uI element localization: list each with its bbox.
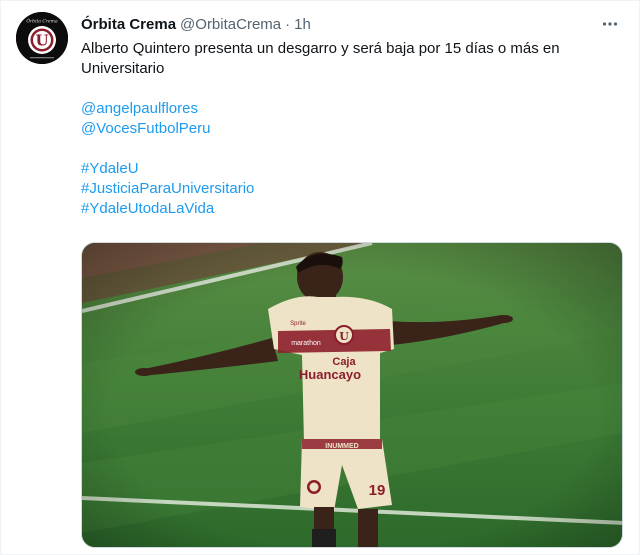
more-horizontal-icon bbox=[602, 22, 618, 26]
author-avatar[interactable]: Órbita Crema U bbox=[16, 12, 68, 64]
tweet-text: Alberto Quintero presenta un desgarro y … bbox=[81, 39, 621, 219]
mention-link[interactable]: @VocesFutbolPeru bbox=[81, 119, 621, 139]
jersey-brand-text: Sprite bbox=[290, 321, 306, 327]
svg-text:U: U bbox=[339, 330, 349, 343]
hashtag-link[interactable]: #YdaleU bbox=[81, 159, 621, 179]
tweet-card[interactable]: Órbita Crema U Órbita Crema @OrbitaCrema… bbox=[0, 0, 640, 555]
mention-link[interactable]: @angelpaulflores bbox=[81, 99, 621, 119]
author-name[interactable]: Órbita Crema bbox=[81, 16, 176, 33]
tweet-photo[interactable]: U marathon Sprite Caja Huancayo INUMMED … bbox=[81, 242, 623, 548]
tweet-text-line-1: Alberto Quintero presenta un desgarro y … bbox=[81, 40, 560, 57]
jersey-sponsor-line2: Huancayo bbox=[299, 367, 361, 382]
tweet-timestamp[interactable]: 1h bbox=[294, 16, 311, 33]
tweet-text-line-2: Universitario bbox=[81, 60, 165, 77]
separator-dot: · bbox=[285, 15, 291, 33]
tweet-header: Órbita Crema @OrbitaCrema · 1h bbox=[81, 13, 623, 35]
more-options-button[interactable] bbox=[597, 11, 623, 37]
hashtag-link[interactable]: #YdaleUtodaLaVida bbox=[81, 199, 621, 219]
shorts-number: 19 bbox=[369, 482, 386, 499]
player-celebration-image: U marathon Sprite Caja Huancayo INUMMED … bbox=[82, 243, 622, 547]
shorts-text: INUMMED bbox=[325, 443, 358, 450]
author-handle[interactable]: @OrbitaCrema bbox=[180, 16, 281, 33]
avatar-logo-letter: U bbox=[35, 32, 48, 50]
hashtag-link[interactable]: #JusticiaParaUniversitario bbox=[81, 179, 621, 199]
universitario-logo-icon: Órbita Crema U bbox=[16, 12, 68, 64]
jersey-marathon-text: marathon bbox=[291, 340, 321, 347]
